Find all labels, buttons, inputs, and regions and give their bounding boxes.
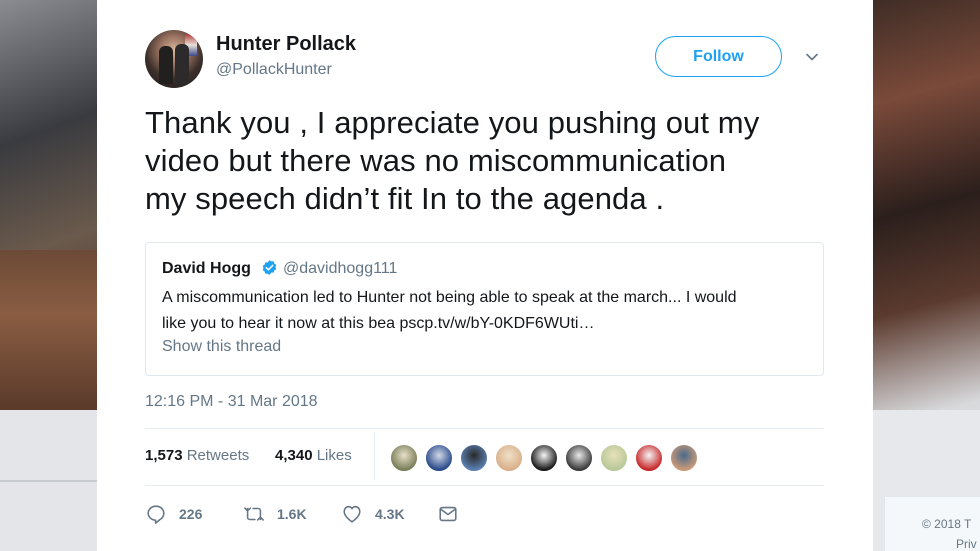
divider (145, 485, 824, 486)
avatar-figure-right (175, 44, 189, 84)
background-left-divider (0, 480, 97, 482)
verified-badge-icon (262, 260, 277, 275)
tweet-text-line: video but there was no miscommunication (145, 143, 727, 178)
show-thread-link[interactable]: Show this thread (162, 338, 281, 356)
divider (145, 428, 824, 429)
liker-avatar[interactable] (459, 443, 489, 473)
tweet-text: Thank you , I appreciate you pushing out… (145, 104, 835, 218)
liker-avatar[interactable] (599, 443, 629, 473)
quoted-text-line: A miscommunication led to Hunter not bei… (162, 289, 737, 306)
heart-icon (343, 505, 361, 523)
direct-message-button[interactable] (437, 502, 459, 526)
liker-avatar[interactable] (564, 443, 594, 473)
liker-avatar[interactable] (634, 443, 664, 473)
quoted-author-name[interactable]: David Hogg (162, 260, 251, 278)
retweets-label: Retweets (186, 447, 250, 464)
liker-avatar[interactable] (494, 443, 524, 473)
tweet-text-line: Thank you , I appreciate you pushing out… (145, 105, 760, 140)
retweets-count: 1,573 (145, 447, 183, 464)
copyright-text: © 2018 T (922, 517, 972, 531)
liker-avatar[interactable] (389, 443, 419, 473)
envelope-icon (439, 506, 457, 522)
avatar-figure-left (159, 46, 173, 84)
liker-avatar[interactable] (529, 443, 559, 473)
tweet-text-line: my speech didn’t fit In to the agenda . (145, 181, 665, 216)
author-avatar[interactable] (145, 30, 203, 88)
quoted-tweet-text: A miscommunication led to Hunter not bei… (162, 285, 812, 337)
reply-icon (147, 505, 165, 524)
likes-label: Likes (316, 447, 352, 464)
retweet-button[interactable]: 1.6K (243, 502, 307, 526)
retweets-stat[interactable]: 1,573 Retweets (145, 447, 249, 464)
like-button[interactable]: 4.3K (341, 502, 405, 526)
reply-count: 226 (179, 506, 203, 522)
likes-count: 4,340 (275, 447, 313, 464)
privacy-link[interactable]: Priv (956, 537, 977, 551)
chevron-down-icon[interactable] (805, 50, 819, 64)
tweet-timestamp[interactable]: 12:16 PM - 31 Mar 2018 (145, 393, 318, 411)
stats-separator (374, 432, 375, 480)
liker-avatar[interactable] (424, 443, 454, 473)
retweet-count: 1.6K (277, 506, 307, 522)
reply-button[interactable]: 226 (145, 502, 202, 526)
retweet-icon (244, 507, 264, 521)
liker-avatar[interactable] (669, 443, 699, 473)
quoted-text-line: like you to hear it now at this bea pscp… (162, 315, 595, 332)
quoted-tweet[interactable]: David Hogg @davidhogg111 A miscommunicat… (145, 242, 824, 376)
tweet-card: Hunter Pollack @PollackHunter Follow Tha… (97, 0, 873, 551)
follow-button[interactable]: Follow (655, 36, 782, 77)
background-left-desk (0, 250, 97, 410)
quoted-author-handle[interactable]: @davidhogg111 (283, 260, 397, 278)
like-count: 4.3K (375, 506, 405, 522)
author-name[interactable]: Hunter Pollack (216, 33, 356, 56)
author-handle[interactable]: @PollackHunter (216, 61, 332, 79)
likes-stat[interactable]: 4,340 Likes (275, 447, 352, 464)
